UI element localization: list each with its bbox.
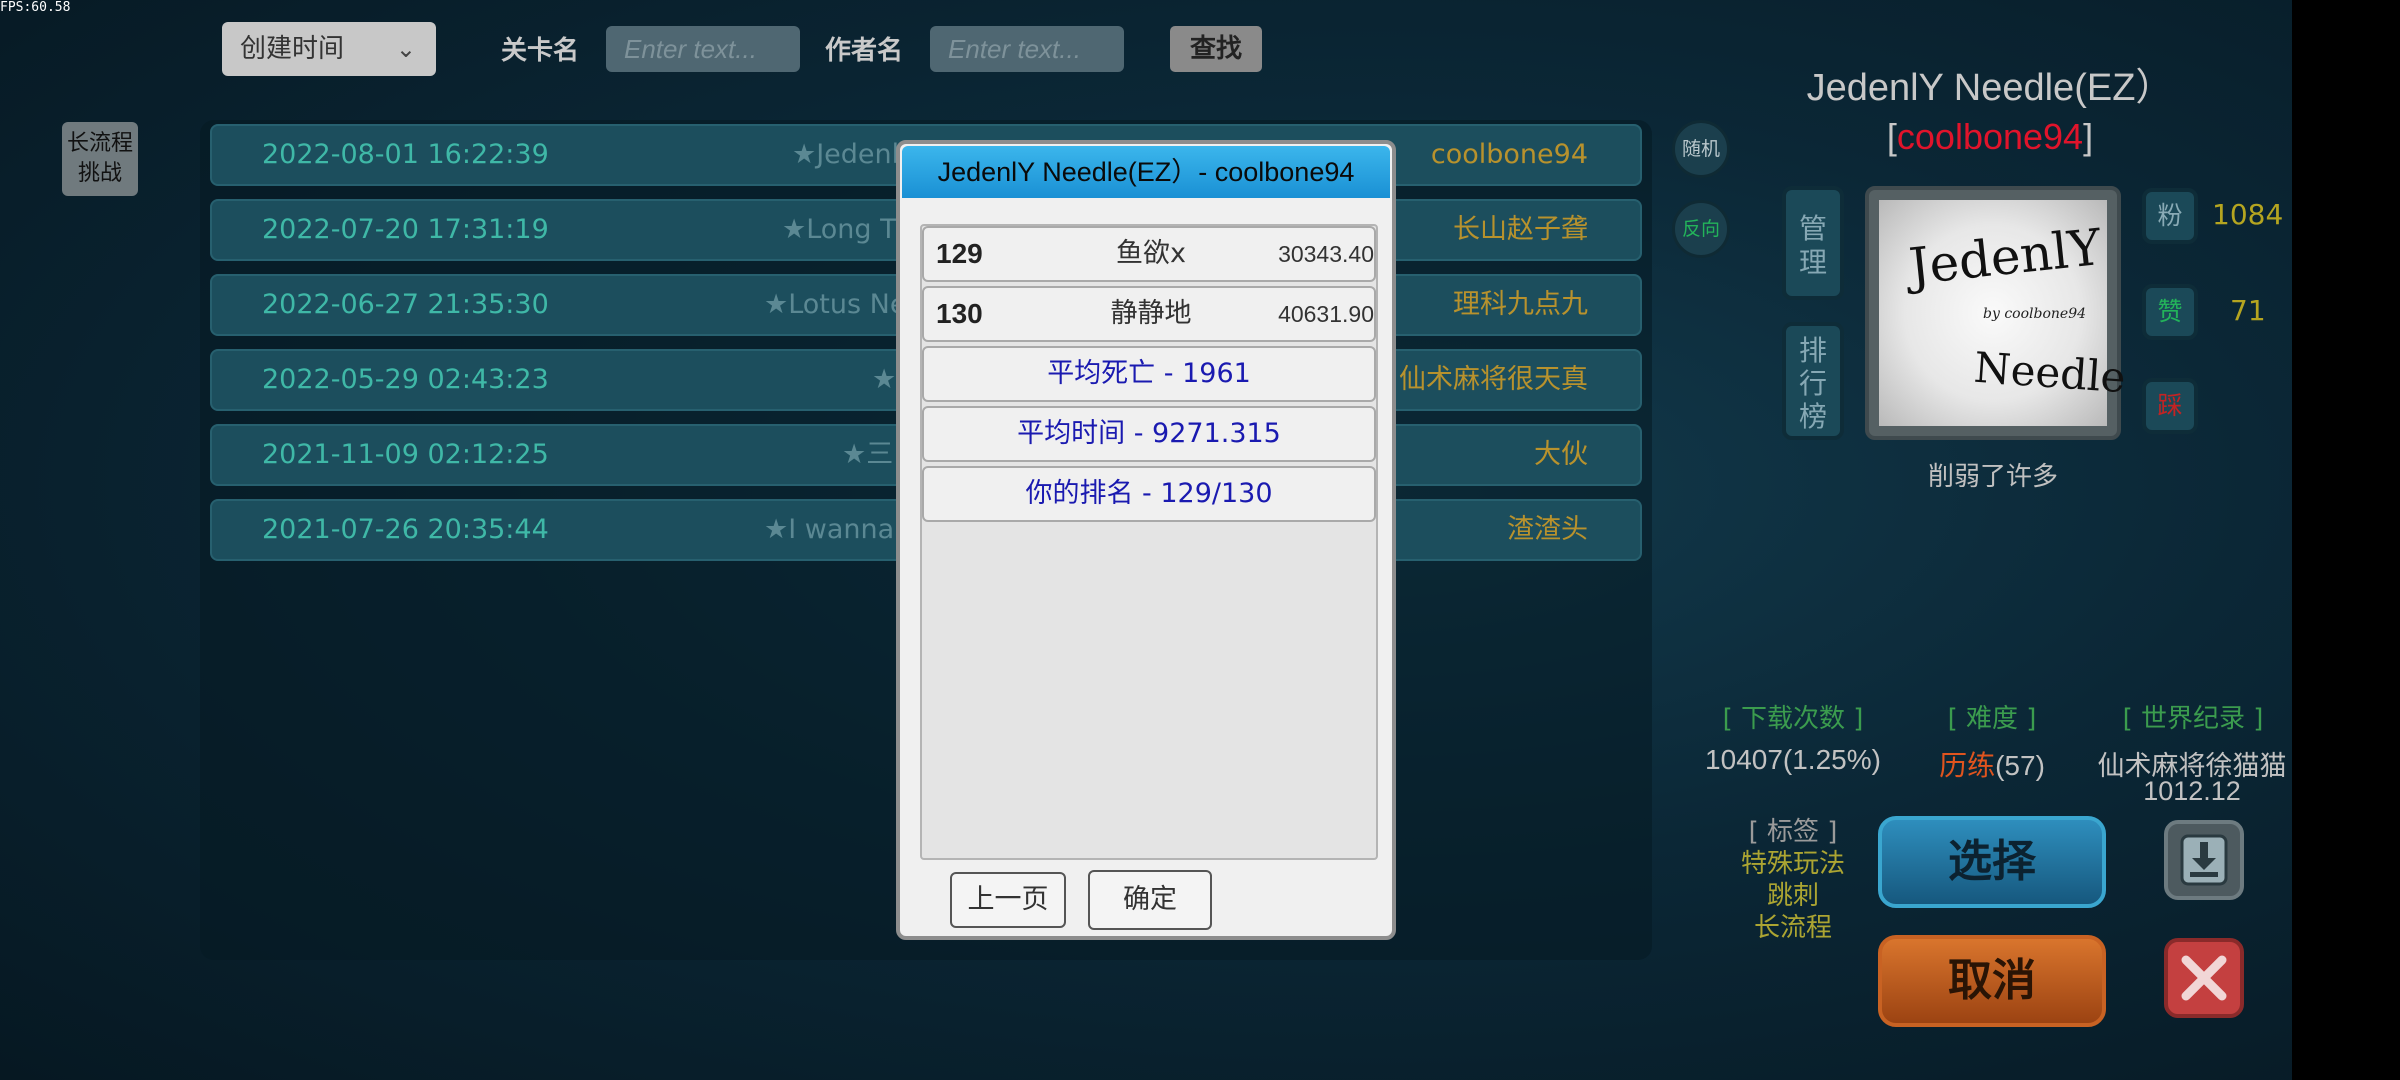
level-date: 2021-07-26 20:35:44: [262, 514, 549, 545]
tag-item: 特殊玩法: [1740, 849, 1845, 879]
fans-count: 1084: [2212, 198, 2284, 231]
level-author: coolbone94: [1430, 139, 1588, 170]
thumbnail-text-1: JedenlY: [1906, 218, 2104, 296]
cancel-button[interactable]: 取消: [1878, 935, 2106, 1027]
level-author: 仙术麻将很天真: [1399, 364, 1588, 395]
prev-page-button[interactable]: 上一页: [950, 872, 1066, 928]
thumbnail-text-by: by coolbone94: [1983, 306, 2087, 322]
level-date: 2022-06-27 21:35:30: [262, 289, 549, 320]
level-author-line: [coolbone94]: [1730, 116, 2250, 158]
level-date: 2022-07-20 17:31:19: [262, 214, 549, 245]
long-challenge-label-2: 挑战: [77, 161, 122, 186]
author-name-label: 作者名: [825, 36, 904, 66]
level-author: 大伙: [1534, 439, 1588, 470]
close-icon: [2181, 955, 2227, 1001]
leaderboard-rank: 130: [936, 298, 983, 329]
leaderboard-button[interactable]: 排行榜: [1782, 322, 1844, 440]
thumbnail-image: JedenlY by coolbone94 Needle: [1879, 200, 2127, 426]
screen-edge: [2292, 0, 2400, 1080]
downloads-value: 10407(1.25%): [1705, 744, 1881, 775]
manage-label: 管理: [1799, 212, 1828, 279]
leaderboard-label: 排行榜: [1799, 334, 1828, 433]
level-author: 渣渣头: [1507, 514, 1588, 545]
level-date: 2022-08-01 16:22:39: [262, 139, 549, 170]
leaderboard-row[interactable]: 静静地 130 40631.90: [922, 286, 1376, 342]
avg-death: 平均死亡 - 1961: [1047, 358, 1251, 389]
avg-death-row: 平均死亡 - 1961: [922, 346, 1376, 402]
dislike-icon[interactable]: 踩: [2142, 378, 2198, 434]
world-record-time: 1012.12: [2143, 776, 2241, 806]
download-button[interactable]: [2164, 820, 2244, 900]
chevron-down-icon: ⌄: [395, 35, 416, 63]
long-challenge-label-1: 长流程: [66, 131, 133, 156]
avg-time: 平均时间 - 9271.315: [1017, 418, 1281, 449]
level-thumbnail: JedenlY by coolbone94 Needle: [1865, 186, 2127, 440]
ok-button[interactable]: 确定: [1088, 870, 1212, 930]
random-toggle[interactable]: 随机: [1672, 120, 1730, 178]
like-icon[interactable]: 赞: [2142, 284, 2198, 340]
level-author: 理科九点九: [1453, 289, 1588, 320]
level-name: ★I wanna l: [764, 514, 911, 545]
level-name: ★Lotus Ne: [764, 289, 907, 320]
level-name: ★Jedenl: [792, 139, 900, 170]
level-title: JedenlY Needle(EZ）: [1806, 67, 2174, 109]
avg-time-row: 平均时间 - 9271.315: [922, 406, 1376, 462]
bracket-open: [: [1886, 116, 1897, 157]
my-rank-row: 你的排名 - 129/130: [922, 466, 1376, 522]
level-description: 削弱了许多: [1927, 462, 2058, 492]
tag-item: 跳刺: [1766, 881, 1819, 911]
leaderboard-row[interactable]: 鱼欲x 129 30343.40: [922, 226, 1376, 282]
my-rank: 你的排名 - 129/130: [1025, 478, 1273, 509]
likes-count: 71: [2230, 294, 2266, 327]
level-name: ★三: [842, 439, 894, 470]
tags-block: [ 标签 ] 特殊玩法 跳刺 长流程: [1700, 816, 1886, 944]
level-name: ★Long T: [782, 214, 897, 245]
thumbnail-text-2: Needle: [1972, 342, 2128, 403]
download-icon: [2180, 834, 2228, 886]
reverse-toggle[interactable]: 反向: [1672, 200, 1730, 258]
tag-item: 长流程: [1753, 913, 1832, 943]
level-date: 2021-11-09 02:12:25: [262, 439, 549, 470]
leaderboard-dialog: JedenlY Needle(EZ）- coolbone94 鱼欲x 129 3…: [896, 140, 1396, 940]
fans-icon[interactable]: 粉: [2142, 188, 2198, 244]
fps-counter: FPS:60.58: [0, 0, 71, 15]
long-challenge-button[interactable]: 长流程 挑战: [62, 122, 138, 196]
sort-dropdown[interactable]: 创建时间 ⌄: [222, 22, 436, 76]
world-record-header: [ 世界纪录 ]: [2122, 704, 2264, 734]
difficulty-value: 历练(57): [1920, 744, 2064, 784]
tags-header: [ 标签 ]: [1748, 817, 1838, 847]
leaderboard-score: 30343.40: [1278, 241, 1374, 267]
author-name-input[interactable]: [930, 26, 1124, 72]
level-author: 长山赵子聋: [1453, 214, 1588, 245]
level-name-input[interactable]: [606, 26, 800, 72]
close-button[interactable]: [2164, 938, 2244, 1018]
select-button[interactable]: 选择: [1878, 816, 2106, 908]
difficulty-header: [ 难度 ]: [1947, 704, 2037, 734]
level-author-name[interactable]: coolbone94: [1897, 116, 2083, 157]
level-name-label: 关卡名: [501, 36, 580, 66]
find-button[interactable]: 查找: [1170, 26, 1262, 72]
bracket-close: ]: [2083, 116, 2094, 157]
level-date: 2022-05-29 02:43:23: [262, 364, 549, 395]
downloads-header: [ 下载次数 ]: [1722, 704, 1864, 734]
difficulty-number: (57): [1995, 750, 2045, 781]
sort-dropdown-value: 创建时间: [240, 34, 345, 64]
level-name: ★: [872, 364, 897, 395]
leaderboard-score: 40631.90: [1278, 301, 1374, 327]
dialog-title: JedenlY Needle(EZ）- coolbone94: [902, 146, 1390, 198]
difficulty-name: 历练: [1939, 750, 1996, 781]
leaderboard-list[interactable]: 鱼欲x 129 30343.40 静静地 130 40631.90 平均死亡 -…: [920, 224, 1378, 860]
leaderboard-rank: 129: [936, 238, 983, 269]
manage-button[interactable]: 管理: [1782, 186, 1844, 300]
